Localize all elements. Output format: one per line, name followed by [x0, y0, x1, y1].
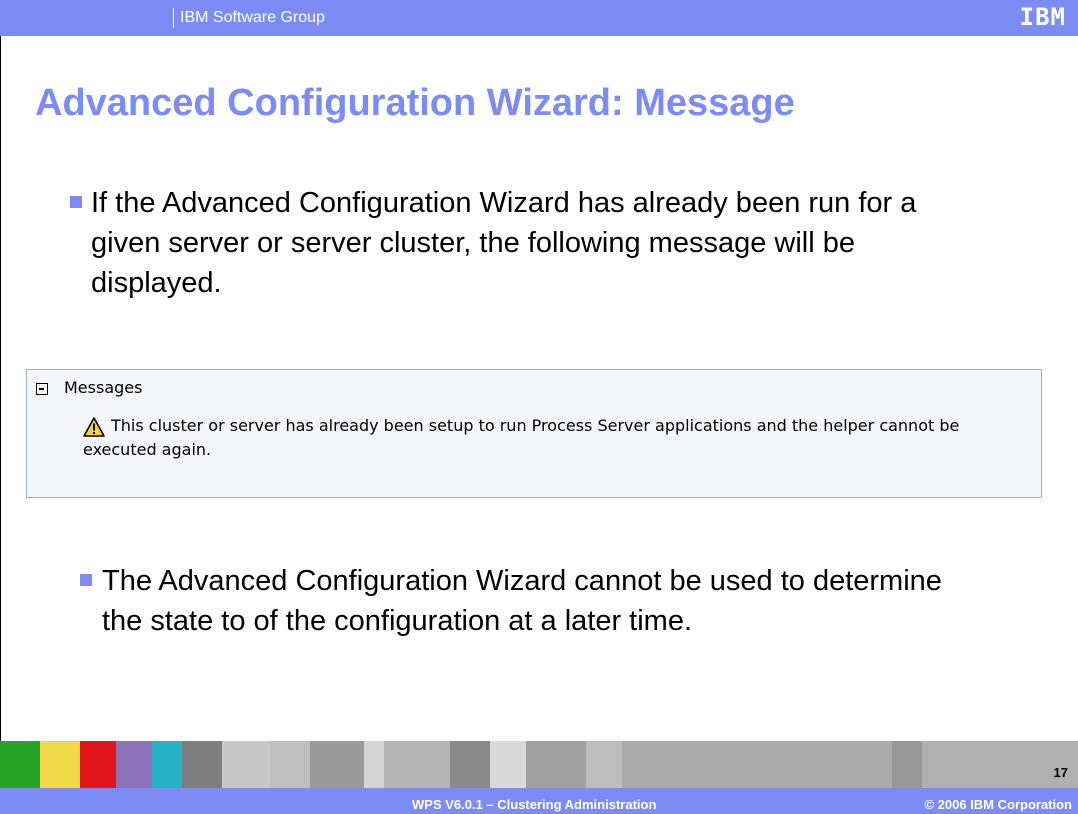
- left-rule: [0, 36, 1, 741]
- footer-tile: [152, 741, 182, 788]
- footer-tile: [310, 741, 364, 788]
- footer-tile: [490, 741, 526, 788]
- footer-tile: [222, 741, 270, 788]
- messages-panel: Messages This cluster or server has alre…: [26, 369, 1042, 498]
- messages-title: Messages: [64, 378, 143, 397]
- footer: 17 WPS V6.0.1 – Clustering Administratio…: [0, 741, 1078, 814]
- footer-tile: [364, 741, 384, 788]
- bullet-marker: [80, 574, 92, 586]
- footer-tile: [526, 741, 586, 788]
- footer-tile: [450, 741, 490, 788]
- bullet-marker: [70, 196, 82, 208]
- footer-tile: [40, 741, 80, 788]
- header-group-label: IBM Software Group: [180, 9, 325, 26]
- footer-tile: [116, 741, 152, 788]
- ibm-logo: IBM: [1019, 3, 1066, 31]
- footer-tile: [384, 741, 450, 788]
- bullet-text-2: The Advanced Configuration Wizard cannot…: [102, 565, 942, 637]
- footer-tile: [80, 741, 116, 788]
- bullet-text-1: If the Advanced Configuration Wizard has…: [91, 187, 917, 299]
- collapse-box-icon[interactable]: [36, 383, 48, 395]
- footer-course: WPS V6.0.1 – Clustering Administration: [412, 797, 657, 812]
- header-divider: [173, 8, 174, 28]
- footer-tile: [892, 741, 922, 788]
- slide-title: Advanced Configuration Wizard: Message: [35, 82, 795, 124]
- footer-tile: [622, 741, 892, 788]
- footer-tile: [182, 741, 222, 788]
- footer-image-strip: 17: [0, 741, 1078, 788]
- header-bar: IBM Software Group IBM: [0, 0, 1078, 36]
- footer-tile: [586, 741, 622, 788]
- footer-copyright: © 2006 IBM Corporation: [924, 797, 1072, 812]
- footer-tile: [270, 741, 310, 788]
- footer-tile: [0, 741, 40, 788]
- page-number: 17: [1053, 765, 1068, 780]
- message-text: This cluster or server has already been …: [83, 416, 960, 459]
